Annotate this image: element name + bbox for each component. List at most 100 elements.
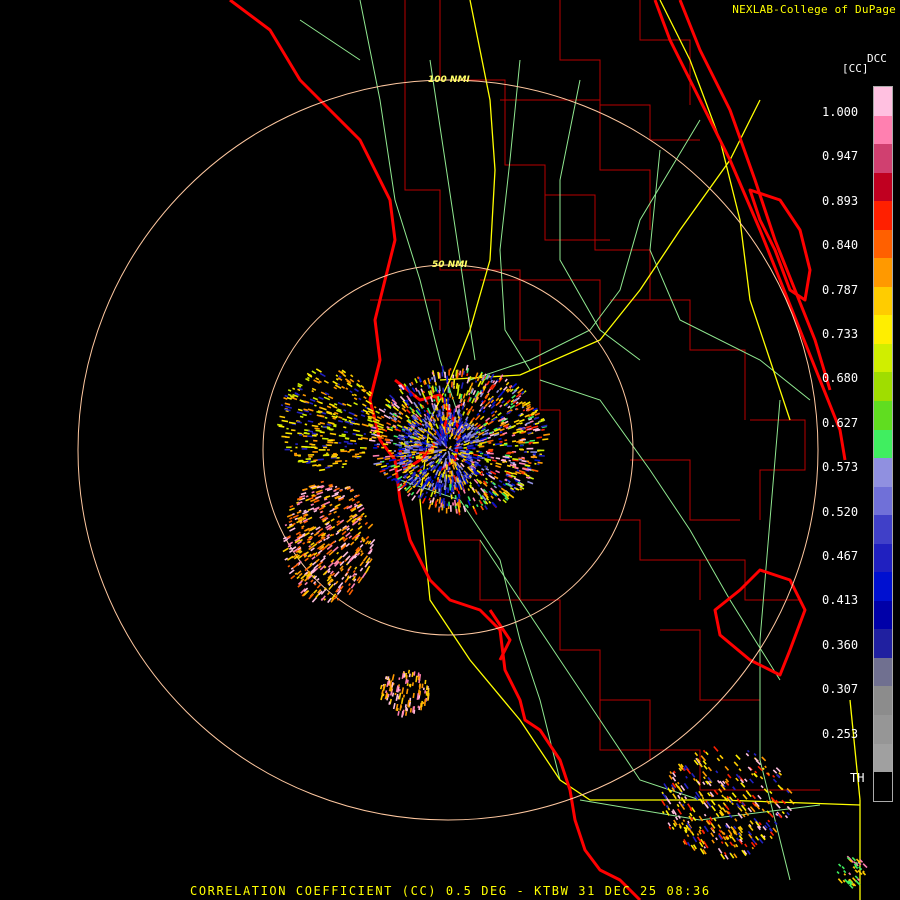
radar-return <box>534 459 541 462</box>
radar-return <box>527 480 534 485</box>
color-scale-segment <box>874 572 892 601</box>
radar-return <box>852 866 856 869</box>
radar-return <box>294 392 300 396</box>
radar-return <box>781 811 785 815</box>
radar-return <box>396 424 403 429</box>
radar-return <box>515 401 519 405</box>
radar-return <box>349 528 354 532</box>
radar-return <box>303 432 310 435</box>
radar-return <box>442 414 445 421</box>
radar-return <box>399 438 402 441</box>
radar-return <box>317 423 321 426</box>
radar-return <box>359 543 364 549</box>
radar-return <box>326 591 331 596</box>
radar-return <box>423 474 427 478</box>
radar-return <box>527 427 532 431</box>
radar-return <box>417 439 421 443</box>
radar-return <box>457 452 462 456</box>
radar-return <box>348 411 355 416</box>
radar-return <box>460 442 464 446</box>
radar-return <box>729 833 733 837</box>
radar-return <box>537 461 543 464</box>
radar-return <box>428 483 432 487</box>
radar-return <box>474 428 480 433</box>
radar-return <box>530 456 538 459</box>
radar-return <box>442 498 445 505</box>
radar-return <box>381 460 385 463</box>
radar-return <box>342 463 347 466</box>
radar-return <box>384 429 388 432</box>
radar-return <box>294 562 300 567</box>
radar-return <box>701 796 705 800</box>
radar-return <box>462 505 467 513</box>
radar-return <box>311 555 316 560</box>
radar-return <box>520 431 526 434</box>
radar-return <box>744 778 748 783</box>
radar-return <box>327 421 335 425</box>
radar-return <box>310 579 314 583</box>
radar-return <box>504 478 508 482</box>
radar-return <box>738 768 742 772</box>
radar-return <box>438 478 441 483</box>
radar-return <box>438 455 443 459</box>
radar-return <box>431 482 435 487</box>
color-scale-segment <box>874 629 892 658</box>
radar-return <box>337 515 341 518</box>
radar-return <box>443 469 446 475</box>
radar-return <box>754 835 760 841</box>
radar-return <box>661 810 665 814</box>
radar-return <box>754 770 758 774</box>
radar-return <box>373 406 377 409</box>
radar-return <box>405 711 408 716</box>
radar-return <box>709 816 713 821</box>
radar-return <box>309 413 312 416</box>
radar-return <box>454 481 457 485</box>
radar-return <box>753 752 757 756</box>
radar-return <box>453 499 457 507</box>
radar-return <box>484 505 488 510</box>
color-scale-segment <box>874 229 892 259</box>
radar-return <box>345 531 351 538</box>
color-scale-segment <box>874 486 892 516</box>
radar-return <box>315 377 320 381</box>
radar-return <box>364 514 367 518</box>
radar-return <box>315 558 320 563</box>
radar-return <box>432 422 436 426</box>
radar-return <box>485 420 488 424</box>
radar-return <box>337 419 344 423</box>
radar-return <box>301 526 304 530</box>
radar-return <box>710 832 715 838</box>
radar-return <box>364 521 369 526</box>
radar-return <box>502 499 507 504</box>
radar-return <box>522 409 526 412</box>
radar-return <box>379 469 386 473</box>
radar-return <box>751 772 754 776</box>
radar-return <box>319 372 326 378</box>
radar-return <box>760 785 764 789</box>
radar-return <box>304 581 308 586</box>
radar-return <box>315 495 322 500</box>
radar-return <box>701 829 706 835</box>
radar-return <box>778 772 783 776</box>
radar-return <box>740 782 746 788</box>
radar-return <box>432 469 436 474</box>
radar-return <box>502 461 505 464</box>
radar-return <box>356 500 360 504</box>
radar-return <box>433 399 436 402</box>
radar-return <box>342 418 348 421</box>
radar-return <box>398 415 403 420</box>
radar-return <box>862 863 868 869</box>
radar-return <box>318 401 323 405</box>
radar-return <box>444 475 447 482</box>
radar-return <box>418 456 423 460</box>
color-scale-label: 1.000 <box>822 105 859 119</box>
radar-return <box>357 522 361 526</box>
color-scale-label: 0.627 <box>822 415 859 430</box>
radar-return <box>346 527 350 531</box>
radar-return <box>298 572 303 577</box>
color-scale-segment <box>874 343 892 373</box>
radar-return <box>394 692 397 696</box>
radar-return <box>333 386 338 390</box>
radar-return <box>424 416 428 421</box>
radar-return <box>386 422 392 426</box>
